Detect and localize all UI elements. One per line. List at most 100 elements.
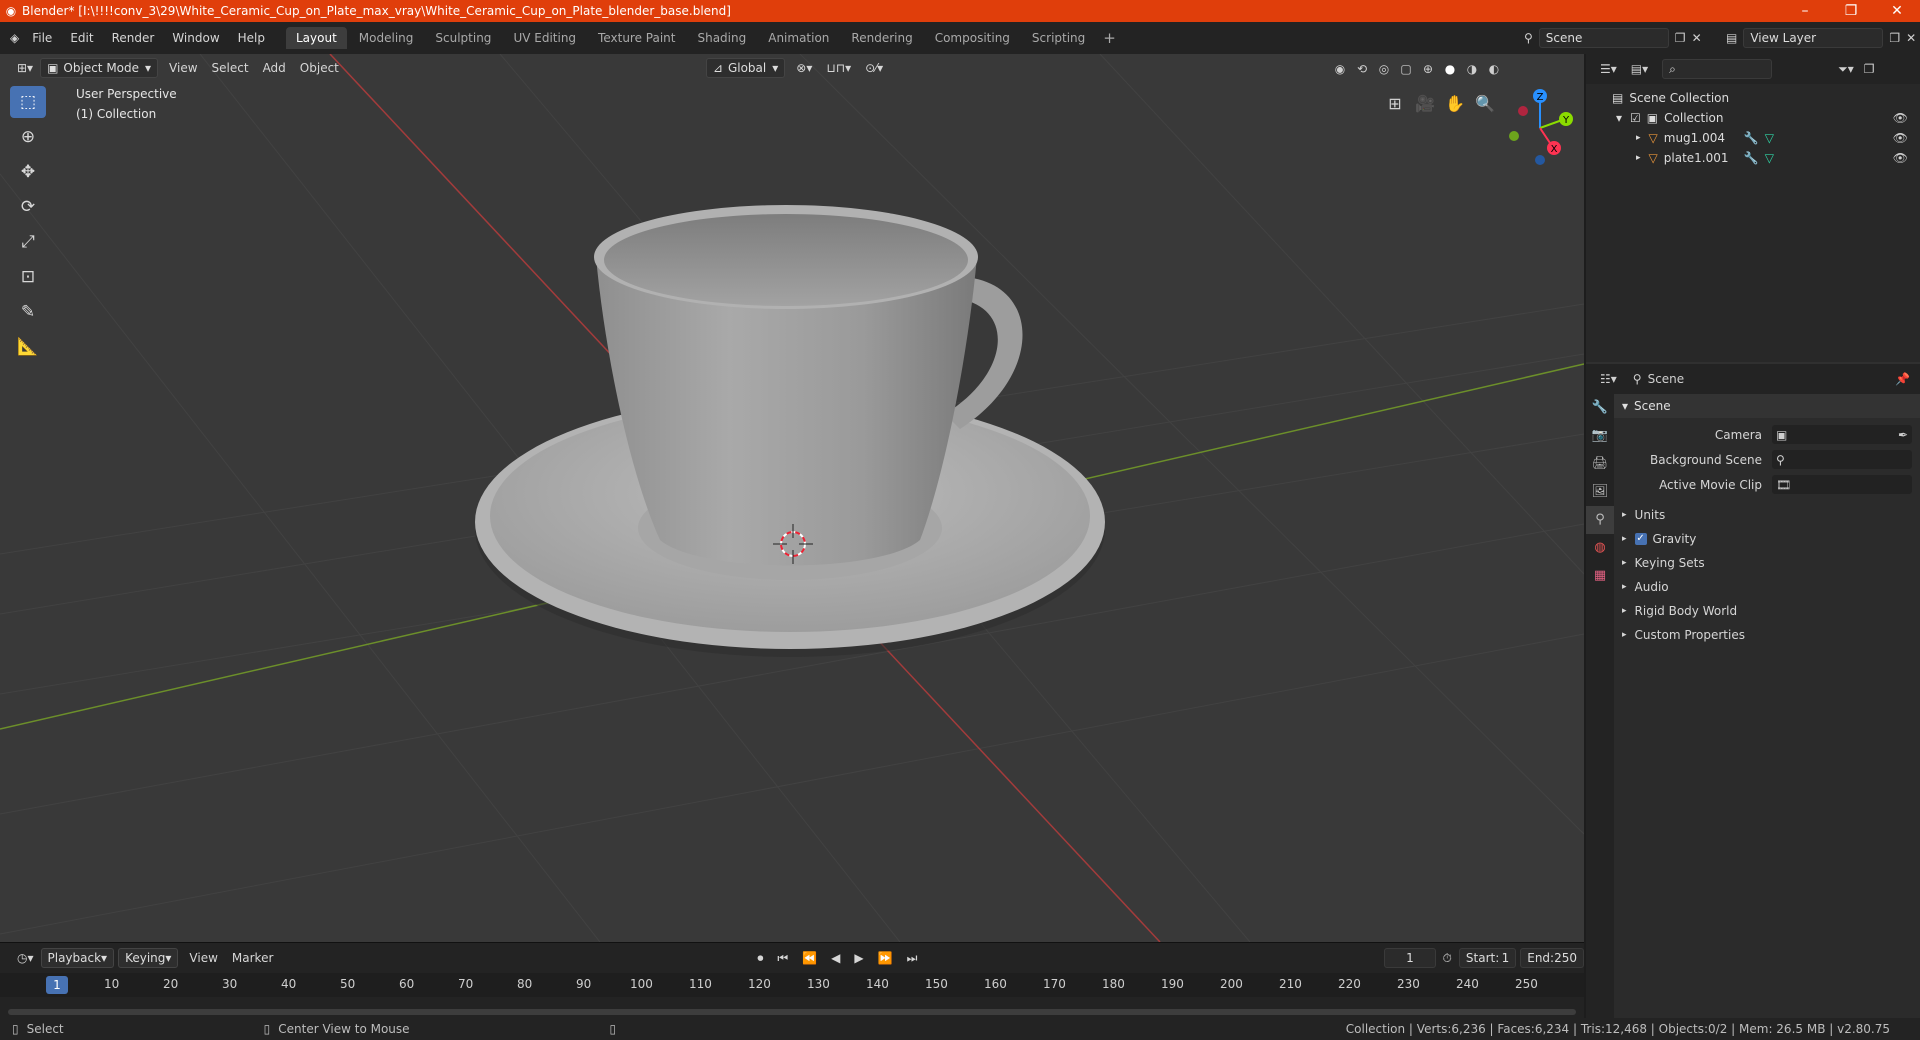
maximize-button[interactable]: ❐ [1828,3,1874,19]
expand-arrow-icon[interactable]: ▾ [1616,111,1622,125]
outliner-object-mug[interactable]: ▸ ▽ mug1.004 🔧 ▽ 👁 [1586,128,1920,148]
menu-render[interactable]: Render [103,31,164,45]
3d-viewport[interactable]: ⊞▾ ▣ Object Mode ▾ View Select Add Objec… [0,54,1584,942]
jump-start-icon[interactable]: ⏮ [770,951,795,966]
gravity-checkbox[interactable]: ✓ [1634,533,1647,545]
camera-view-icon[interactable]: 🎥 [1410,88,1440,118]
display-mode-icon[interactable]: ▤▾ [1631,62,1648,76]
navigation-gizmo[interactable]: Z Y X [1500,88,1580,168]
cursor-icon[interactable]: ⊕ [10,121,46,153]
background-scene-field[interactable]: ⚲ [1772,450,1912,469]
expand-arrow-icon[interactable]: ▸ [1636,153,1641,163]
pin-icon[interactable]: 📌 [1895,372,1910,386]
remove-scene-icon[interactable]: ✕ [1692,31,1702,45]
outliner-collection[interactable]: ▾ ☑ ▣ Collection 👁 [1586,108,1920,128]
eye-icon[interactable]: 👁 [1893,151,1908,165]
prev-key-icon[interactable]: ⏪ [795,951,824,965]
pivot-icon[interactable]: ⊗▾ [789,61,819,75]
filter-icon[interactable]: ⏷▾ [1838,62,1854,77]
rendered-shading-icon[interactable]: ◐ [1484,60,1504,78]
output-tab-icon[interactable]: 🖨 [1586,450,1614,478]
menu-view[interactable]: View [162,61,204,75]
menu-add[interactable]: Add [256,61,293,75]
timeline-menu-view[interactable]: View [182,951,224,965]
eyedropper-icon[interactable]: ✒ [1898,428,1908,442]
tab-uv-editing[interactable]: UV Editing [503,27,586,49]
tab-modeling[interactable]: Modeling [349,27,424,49]
add-workspace-icon[interactable]: + [1097,29,1122,47]
texture-tab-icon[interactable]: ▦ [1586,562,1614,590]
audio-panel[interactable]: ▸ Audio [1614,575,1920,599]
zoom-icon[interactable]: 🔍 [1470,88,1500,118]
solid-shading-icon[interactable]: ● [1440,60,1460,78]
menu-file[interactable]: File [23,31,61,45]
record-icon[interactable]: ⏺ [750,951,770,966]
eye-icon[interactable]: 👁 [1893,131,1908,145]
next-key-icon[interactable]: ⏩ [871,951,900,965]
world-tab-icon[interactable]: ◍ [1586,534,1614,562]
frame-ruler[interactable]: 1 10 20 30 40 50 60 70 80 90 100 110 120… [0,973,1584,997]
editor-type-3d-icon[interactable]: ⊞▾ [10,61,40,75]
eye-icon[interactable]: 👁 [1893,111,1908,125]
view-layer-selector[interactable]: ▤ View Layer ❐ ✕ [1726,27,1920,49]
rigid-body-world-panel[interactable]: ▸ Rigid Body World [1614,599,1920,623]
tab-compositing[interactable]: Compositing [925,27,1020,49]
keying-dropdown[interactable]: Keying ▾ [118,948,179,968]
new-view-layer-icon[interactable]: ❐ [1889,31,1900,45]
snap-icon[interactable]: ⊔⊓▾ [819,61,858,75]
start-frame-field[interactable]: Start: 1 [1458,948,1517,968]
menu-help[interactable]: Help [229,31,274,45]
scene-panel-header[interactable]: ▾ Scene [1614,394,1920,418]
tab-sculpting[interactable]: Sculpting [425,27,501,49]
current-frame-marker[interactable]: 1 [46,976,68,994]
annotate-icon[interactable]: ✎ [10,296,46,328]
properties-editor-icon[interactable]: ☷▾ [1600,372,1617,386]
scene-selector[interactable]: ⚲ Scene ❐ ✕ [1524,27,1704,49]
move-icon[interactable]: ✥ [10,156,46,188]
menu-edit[interactable]: Edit [61,31,102,45]
menu-window[interactable]: Window [163,31,228,45]
transform-icon[interactable]: ⊡ [10,261,46,293]
expand-arrow-icon[interactable]: ▸ [1636,133,1641,143]
scale-icon[interactable]: ⤢ [10,226,46,258]
material-shading-icon[interactable]: ◑ [1462,60,1482,78]
proportional-edit-icon[interactable]: ⊙⁄▾ [858,61,890,75]
visibility-icon[interactable]: ◉ [1330,60,1350,78]
outliner-search-input[interactable]: ⌕ [1662,59,1773,79]
tab-rendering[interactable]: Rendering [841,27,922,49]
play-icon[interactable]: ▶ [847,951,870,965]
tab-texture-paint[interactable]: Texture Paint [588,27,685,49]
grid-view-icon[interactable]: ⊞ [1380,88,1410,118]
render-tab-icon[interactable]: 📷 [1586,422,1614,450]
scene-tab-icon[interactable]: ⚲ [1586,506,1614,534]
new-scene-icon[interactable]: ❐ [1675,31,1686,45]
wireframe-shading-icon[interactable]: ⊕ [1418,60,1438,78]
select-box-icon[interactable]: ⬚ [10,86,46,118]
view-layer-tab-icon[interactable]: 🖼 [1586,478,1614,506]
playback-dropdown[interactable]: Playback ▾ [40,948,115,968]
keying-sets-panel[interactable]: ▸ Keying Sets [1614,551,1920,575]
menu-object[interactable]: Object [293,61,346,75]
remove-view-layer-icon[interactable]: ✕ [1906,31,1916,45]
measure-icon[interactable]: 📐 [10,331,46,363]
mode-dropdown[interactable]: ▣ Object Mode ▾ [40,58,159,78]
editor-type-icon[interactable]: ◈ [0,31,23,45]
current-frame-field[interactable]: 1 [1384,948,1436,968]
gizmo-toggle-icon[interactable]: ⟲ [1352,60,1372,78]
new-collection-icon[interactable]: ❐ [1864,62,1875,76]
end-frame-field[interactable]: End: 250 [1520,948,1584,968]
timeline-menu-marker[interactable]: Marker [225,951,280,965]
timeline-editor-icon[interactable]: ◷▾ [10,951,41,965]
outliner-object-plate[interactable]: ▸ ▽ plate1.001 🔧 ▽ 👁 [1586,148,1920,168]
scene-field[interactable]: Scene [1538,28,1669,48]
play-reverse-icon[interactable]: ◀ [824,951,847,965]
checkbox-icon[interactable]: ☑ [1630,111,1641,125]
tab-scripting[interactable]: Scripting [1022,27,1095,49]
gravity-panel[interactable]: ▸ ✓ Gravity [1614,527,1920,551]
custom-properties-panel[interactable]: ▸ Custom Properties [1614,623,1920,647]
tab-animation[interactable]: Animation [758,27,839,49]
stopwatch-icon[interactable]: ⏱ [1436,951,1459,966]
xray-icon[interactable]: ▢ [1396,60,1416,78]
tab-shading[interactable]: Shading [687,27,756,49]
jump-end-icon[interactable]: ⏭ [900,951,925,966]
